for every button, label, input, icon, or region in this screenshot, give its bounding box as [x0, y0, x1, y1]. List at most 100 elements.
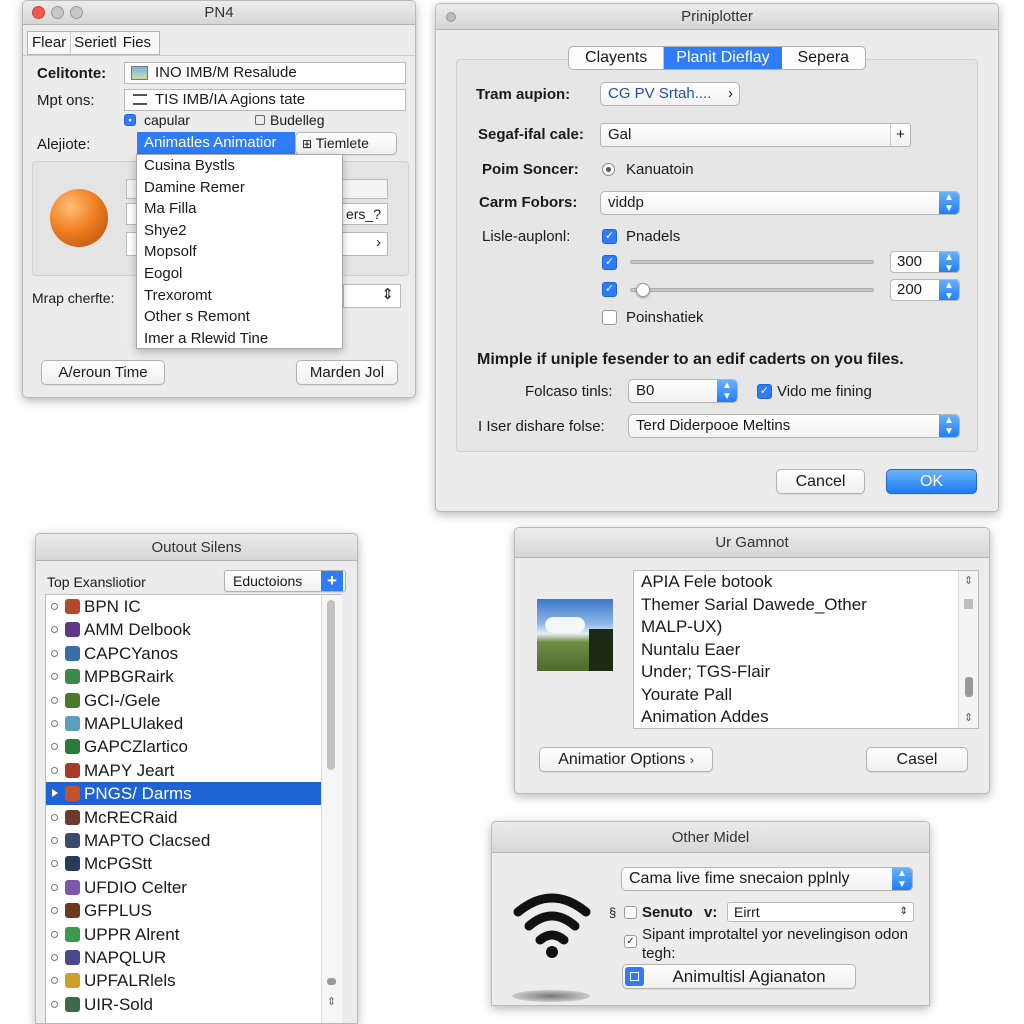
list-item[interactable]: MAPTO Clacsed: [46, 829, 340, 852]
scrollbar-thumb[interactable]: [964, 599, 973, 609]
senuto-checkbox[interactable]: [624, 906, 637, 919]
scrollbar-thumb[interactable]: [327, 600, 335, 770]
ok-button[interactable]: OK: [886, 469, 977, 494]
radio-bullet-icon[interactable]: [51, 696, 58, 704]
list-item[interactable]: NAPQLUR: [46, 946, 340, 969]
radio-bullet-icon[interactable]: [51, 977, 58, 985]
minimize-window-button[interactable]: [51, 6, 64, 19]
menu-item[interactable]: Eogol: [137, 263, 342, 285]
list-item[interactable]: GAPCZlartico: [46, 735, 340, 758]
menu-item[interactable]: Ma Filla: [137, 198, 342, 220]
radio-bullet-icon[interactable]: [51, 930, 58, 938]
radio-bullet-icon[interactable]: [51, 626, 58, 634]
list-scrollbar[interactable]: ⇕: [321, 595, 342, 1023]
tab-clayents[interactable]: Clayents: [569, 47, 665, 69]
scroll-arrows-icon[interactable]: ⇕: [327, 995, 336, 1008]
close-window-button[interactable]: [32, 6, 45, 19]
list-item[interactable]: UPPR Alrent: [46, 923, 340, 946]
tab-fies[interactable]: Fies: [120, 32, 159, 54]
slider1-value-field[interactable]: 300 ▲ ▼: [890, 251, 960, 273]
radio-bullet-icon[interactable]: [51, 837, 58, 844]
slider1-checkbox[interactable]: ✓: [602, 255, 617, 270]
slider2-checkbox[interactable]: ✓: [602, 282, 617, 297]
menu-item[interactable]: Other s Remont: [137, 306, 342, 328]
options-field[interactable]: TIS IMB/IA Agions tate: [124, 89, 406, 111]
list-item[interactable]: MPBGRairk: [46, 665, 340, 688]
radio-bullet-icon[interactable]: [51, 673, 58, 681]
radio-bullet-icon[interactable]: [51, 907, 58, 915]
cama-popup[interactable]: Cama live fime snecaion pplnly ▲ ▼: [621, 867, 913, 891]
radio-bullet-icon[interactable]: [51, 649, 58, 657]
add-icon[interactable]: +: [321, 571, 343, 591]
menu-item[interactable]: Shye2: [137, 220, 342, 242]
folcaso-popup[interactable]: B0 ▲ ▼: [628, 379, 738, 403]
tab-planit-dieflay[interactable]: Planit Dieflay: [664, 47, 782, 69]
kanuatoin-radio[interactable]: [602, 163, 615, 176]
menu-item[interactable]: Trexoromt: [137, 285, 342, 307]
list-item[interactable]: UIR-Sold: [46, 993, 340, 1016]
carm-popup[interactable]: viddp ▲ ▼: [600, 191, 960, 215]
slider2-value-field[interactable]: 200 ▲ ▼: [890, 279, 960, 301]
map-field[interactable]: ⇕: [343, 284, 401, 308]
menu-item[interactable]: Imer a Rlewid Tine: [137, 328, 342, 350]
disclosure-triangle-icon[interactable]: [52, 789, 58, 798]
priniplotter-titlebar[interactable]: Priniplotter: [436, 4, 998, 30]
radio-bullet-icon[interactable]: [51, 860, 58, 868]
radio-bullet-icon[interactable]: [51, 813, 58, 821]
menu-item[interactable]: Mopsolf: [137, 241, 342, 263]
list-item[interactable]: McRECRaid: [46, 806, 340, 829]
template-button[interactable]: ⊞ Tiemlete: [295, 132, 397, 155]
menu-item[interactable]: Cusina Bystls: [137, 155, 342, 177]
pnadels-checkbox[interactable]: ✓: [602, 229, 617, 244]
list-item[interactable]: BPN IC: [46, 595, 340, 618]
pn4-titlebar[interactable]: PN4: [23, 1, 415, 25]
scroll-up-arrows-icon[interactable]: ⇕: [964, 574, 973, 587]
radio-bullet-icon[interactable]: [51, 1000, 58, 1008]
slider2-track[interactable]: [630, 288, 874, 292]
list-item[interactable]: MAPY Jeart: [46, 759, 340, 782]
list-item[interactable]: MALP-UX): [641, 616, 722, 639]
radio-bullet-icon[interactable]: [51, 603, 58, 610]
radio-bullet-icon[interactable]: [51, 743, 58, 751]
list-item[interactable]: GCI-/Gele: [46, 689, 340, 712]
list-item[interactable]: AMM Delbook: [46, 618, 340, 641]
marden-jol-button[interactable]: Marden Jol: [296, 360, 398, 385]
tab-sepera[interactable]: Sepera: [782, 47, 865, 69]
zoom-window-button[interactable]: [70, 6, 83, 19]
scroll-down-arrows-icon[interactable]: ⇕: [964, 711, 973, 724]
user-popup[interactable]: Terd Diderpooe Meltins ▲ ▼: [628, 414, 960, 438]
list-item[interactable]: Under; TGS-Flair: [641, 661, 770, 684]
scrollbar-thumb-lower[interactable]: [965, 677, 973, 697]
slider1-track[interactable]: [630, 260, 874, 264]
cancel-button[interactable]: Cancel: [776, 469, 865, 494]
senuto-popup[interactable]: Eirrt ⇕: [727, 902, 914, 922]
radio-bullet-icon[interactable]: [51, 720, 58, 727]
list-item[interactable]: McPGStt: [46, 852, 340, 875]
slider2-thumb[interactable]: [636, 283, 650, 297]
tab-flear[interactable]: Flear: [28, 32, 70, 54]
menu-item[interactable]: Damine Remer: [137, 177, 342, 199]
other-midel-titlebar[interactable]: Other Midel: [492, 822, 929, 853]
list-item[interactable]: UPFALRlels: [46, 969, 340, 992]
animultisl-agianaton-button[interactable]: Animultisl Agianaton: [622, 964, 856, 989]
scrollbar-bottom-knob[interactable]: [327, 978, 336, 985]
around-time-button[interactable]: A/eroun Time: [41, 360, 165, 385]
scale-popup[interactable]: Gal +: [600, 123, 911, 147]
ur-gamnot-titlebar[interactable]: Ur Gamnot: [515, 528, 989, 558]
tram-popup[interactable]: CG PV Srtah.... ›: [600, 82, 740, 106]
animation-options-button[interactable]: Animatior Options ›: [539, 747, 713, 772]
list-item[interactable]: Nuntalu Eaer: [641, 639, 740, 662]
list-item[interactable]: Yourate Pall: [641, 684, 732, 707]
casel-button[interactable]: Casel: [866, 747, 968, 772]
list-item[interactable]: Themer Sarial Dawede_Other: [641, 594, 867, 617]
list-item[interactable]: APIA Fele botook: [641, 571, 772, 594]
tab-serietl[interactable]: Serietl: [70, 32, 120, 54]
titlebar-dot-icon[interactable]: [446, 12, 456, 22]
vido-checkbox[interactable]: ✓: [757, 384, 772, 399]
alignment-selected[interactable]: Animatles Animatior: [137, 132, 295, 154]
radio-bullet-icon[interactable]: [51, 766, 58, 774]
capular-checkbox[interactable]: ▪: [124, 114, 136, 126]
list-item[interactable]: GFPLUS: [46, 899, 340, 922]
list-scrollbar[interactable]: ⇕ ⇕: [958, 571, 978, 728]
list-item[interactable]: CAPCYanos: [46, 642, 340, 665]
